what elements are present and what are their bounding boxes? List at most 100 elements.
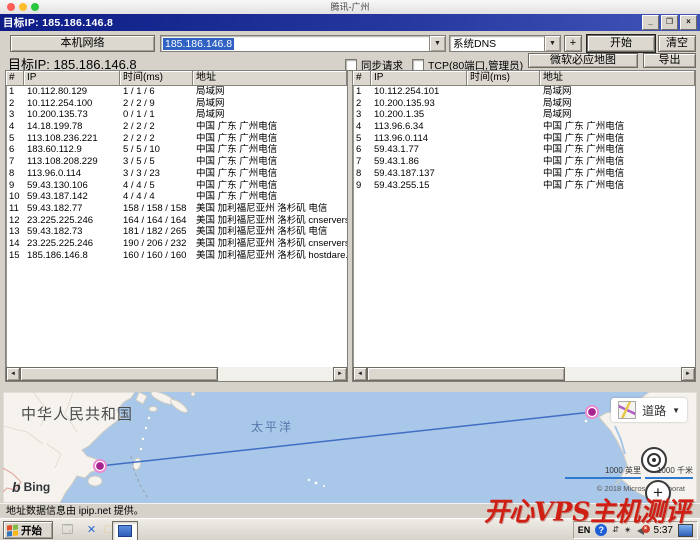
- quick-launch-x-icon[interactable]: ✕: [84, 523, 99, 537]
- table-cell: 113.96.0.114: [371, 133, 467, 145]
- col-index[interactable]: #: [353, 71, 371, 86]
- restore-button[interactable]: ❐: [661, 15, 678, 30]
- table-row[interactable]: 1423.225.225.246190 / 206 / 232美国 加利福尼亚州…: [6, 238, 347, 250]
- start-label: 开始: [21, 523, 42, 538]
- table-cell: 美国 加利福尼亚州 洛杉矶 cnservers.com d..: [193, 215, 347, 227]
- col-ip[interactable]: IP: [371, 71, 467, 86]
- table-row[interactable]: 1159.43.182.77158 / 158 / 158美国 加利福尼亚州 洛…: [6, 203, 347, 215]
- table-row[interactable]: 414.18.199.782 / 2 / 2中国 广东 广州电信: [6, 121, 347, 133]
- table-cell: 12: [6, 215, 24, 227]
- table-cell: 3 / 5 / 5: [120, 156, 193, 168]
- add-button[interactable]: +: [564, 35, 582, 52]
- table-row[interactable]: 1059.43.187.1424 / 4 / 4中国 广东 广州电信: [6, 191, 347, 203]
- window-title: 目标IP: 185.186.146.8: [3, 15, 113, 30]
- country-label: 中华人民共和国: [21, 403, 133, 424]
- col-time[interactable]: 时间(ms): [467, 71, 540, 86]
- bing-map[interactable]: 中华人民共和国 太平洋 b Bing 道路 ▼ 1000 英里 1000 千米 …: [3, 392, 697, 503]
- horizontal-scrollbar[interactable]: ◄ ►: [353, 367, 695, 381]
- table-cell: 10.112.80.129: [24, 86, 120, 98]
- target-ip-value[interactable]: 185.186.146.8: [163, 38, 234, 50]
- table-row[interactable]: 310.200.1.35局域网: [353, 109, 695, 121]
- table-row[interactable]: 959.43.130.1064 / 4 / 5中国 广东 广州电信: [6, 180, 347, 192]
- table-cell: 190 / 206 / 232: [120, 238, 193, 250]
- table-row[interactable]: 1223.225.225.246164 / 164 / 164美国 加利福尼亚州…: [6, 215, 347, 227]
- col-time[interactable]: 时间(ms): [120, 71, 193, 86]
- start-trace-button[interactable]: 开始: [587, 35, 655, 52]
- table-row[interactable]: 1359.43.182.73181 / 182 / 265美国 加利福尼亚州 洛…: [6, 226, 347, 238]
- local-network-button[interactable]: 本机网络: [10, 35, 155, 52]
- table-cell: 113.96.6.34: [371, 121, 467, 133]
- table-cell: 59.43.1.86: [371, 156, 467, 168]
- table-row[interactable]: 210.112.254.1002 / 2 / 9局域网: [6, 98, 347, 110]
- table-cell: 中国 广东 广州电信: [540, 121, 695, 133]
- table-cell: 9: [6, 180, 24, 192]
- table-row[interactable]: 759.43.1.86中国 广东 广州电信: [353, 156, 695, 168]
- table-cell: 中国 广东 广州电信: [193, 121, 347, 133]
- table-row[interactable]: 959.43.255.15中国 广东 广州电信: [353, 180, 695, 192]
- scale-bar-km: [645, 477, 693, 479]
- app-window-icon: [118, 525, 132, 537]
- close-button[interactable]: ×: [680, 15, 697, 30]
- table-row[interactable]: 210.200.135.93局域网: [353, 98, 695, 110]
- col-index[interactable]: #: [6, 71, 24, 86]
- table-row[interactable]: 5113.96.0.114中国 广东 广州电信: [353, 133, 695, 145]
- scroll-left-icon[interactable]: ◄: [6, 367, 20, 381]
- table-row[interactable]: 859.43.187.137中国 广东 广州电信: [353, 168, 695, 180]
- bing-map-button[interactable]: 微软必应地图: [528, 53, 638, 68]
- table-cell: 4 / 4 / 4: [120, 191, 193, 203]
- col-address[interactable]: 地址: [540, 71, 695, 86]
- window-titlebar[interactable]: 目标IP: 185.186.146.8 _ ❐ ×: [0, 14, 700, 31]
- table-row[interactable]: 15185.186.146.8160 / 160 / 160美国 加利福尼亚州 …: [6, 250, 347, 262]
- chevron-down-icon[interactable]: ▼: [429, 36, 445, 51]
- table-cell: 10.112.254.101: [371, 86, 467, 98]
- table-cell: [467, 144, 540, 156]
- table-cell: 2: [6, 98, 24, 110]
- table-cell: 局域网: [540, 86, 695, 98]
- col-address[interactable]: 地址: [193, 71, 347, 86]
- table-row[interactable]: 6183.60.112.95 / 5 / 10中国 广东 广州电信: [6, 144, 347, 156]
- table-row[interactable]: 659.43.1.77中国 广东 广州电信: [353, 144, 695, 156]
- scroll-right-icon[interactable]: ►: [681, 367, 695, 381]
- table-cell: 2: [353, 98, 371, 110]
- scroll-right-icon[interactable]: ►: [333, 367, 347, 381]
- table-row[interactable]: 4113.96.6.34中国 广东 广州电信: [353, 121, 695, 133]
- scroll-left-icon[interactable]: ◄: [353, 367, 367, 381]
- table-header: # IP 时间(ms) 地址: [353, 71, 695, 86]
- table-cell: 中国 广东 广州电信: [193, 180, 347, 192]
- table-cell: 10.200.1.35: [371, 109, 467, 121]
- dns-combobox[interactable]: 系统DNS ▼: [449, 35, 561, 52]
- active-taskbar-app[interactable]: [112, 521, 138, 540]
- table-cell: 中国 广东 广州电信: [193, 191, 347, 203]
- col-ip[interactable]: IP: [24, 71, 120, 86]
- table-row[interactable]: 110.112.80.1291 / 1 / 6局域网: [6, 86, 347, 98]
- table-cell: 2 / 2 / 2: [120, 121, 193, 133]
- table-cell: 中国 广东 广州电信: [193, 168, 347, 180]
- scale-bar-miles: [565, 477, 641, 479]
- table-row[interactable]: 7113.108.208.2293 / 5 / 5中国 广东 广州电信: [6, 156, 347, 168]
- horizontal-scrollbar[interactable]: ◄ ►: [6, 367, 347, 381]
- export-button[interactable]: 导出: [643, 53, 696, 68]
- clear-button[interactable]: 清空: [658, 35, 696, 52]
- table-cell: 59.43.1.77: [371, 144, 467, 156]
- map-style-button[interactable]: 道路 ▼: [611, 398, 687, 422]
- show-desktop-icon[interactable]: 🗔: [60, 523, 75, 537]
- table-cell: 局域网: [193, 86, 347, 98]
- chevron-down-icon[interactable]: ▼: [544, 36, 560, 51]
- scrollbar-thumb[interactable]: [367, 367, 565, 381]
- table-cell: [467, 156, 540, 168]
- table-row[interactable]: 310.200.135.730 / 1 / 1局域网: [6, 109, 347, 121]
- table-row[interactable]: 110.112.254.101局域网: [353, 86, 695, 98]
- scrollbar-thumb[interactable]: [20, 367, 218, 381]
- table-cell: 185.186.146.8: [24, 250, 120, 262]
- target-ip-combobox[interactable]: 185.186.146.8 ▼: [160, 35, 446, 52]
- table-cell: 1 / 1 / 6: [120, 86, 193, 98]
- table-row[interactable]: 5113.108.236.2212 / 2 / 2中国 广东 广州电信: [6, 133, 347, 145]
- table-cell: 4 / 4 / 5: [120, 180, 193, 192]
- table-cell: 164 / 164 / 164: [120, 215, 193, 227]
- minimize-button[interactable]: _: [642, 15, 659, 30]
- table-cell: 11: [6, 203, 24, 215]
- start-button[interactable]: 开始: [3, 521, 53, 539]
- route-line: [100, 412, 592, 466]
- table-row[interactable]: 8113.96.0.1143 / 3 / 23中国 广东 广州电信: [6, 168, 347, 180]
- scale-km: 1000 千米: [645, 465, 693, 479]
